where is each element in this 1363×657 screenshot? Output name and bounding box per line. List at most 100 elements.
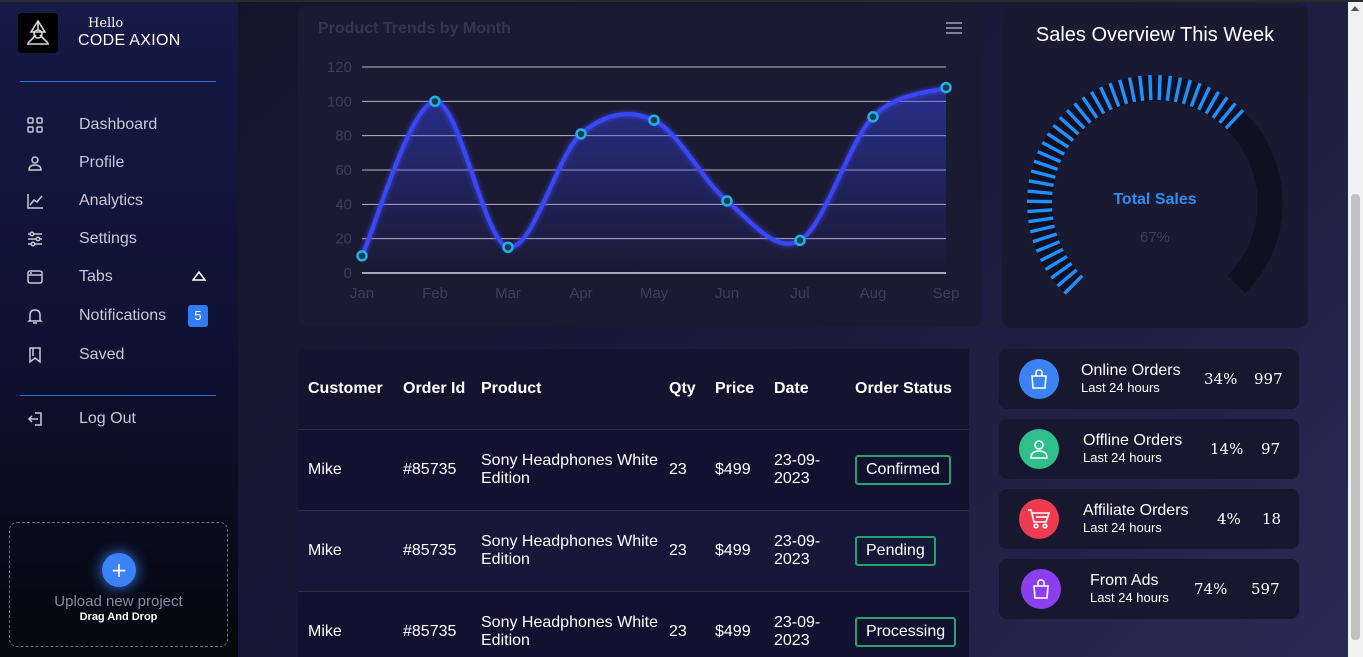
status-cell: Confirmed: [845, 428, 969, 510]
logout-button[interactable]: Log Out: [0, 405, 238, 433]
status-badge[interactable]: Confirmed: [855, 454, 951, 485]
y-tick-label: 80: [335, 128, 352, 145]
table-header-row: Customer Order Id Product Qty Price Date…: [298, 349, 969, 429]
upload-subtitle: Drag And Drop: [79, 611, 158, 623]
date-cell: 23-09-2023: [764, 590, 845, 657]
qty-cell: 23: [659, 509, 705, 591]
stat-percent: 74%: [1194, 580, 1228, 598]
stat-card-affiliate-orders[interactable]: Affiliate Orders Last 24 hours 4% 18: [999, 489, 1299, 549]
biohazard-logo-icon: [27, 19, 49, 45]
stat-name: Affiliate Orders: [1083, 502, 1189, 519]
table-row[interactable]: Mike #85735 Sony Headphones White Editio…: [298, 509, 969, 591]
sidebar-divider-top: [20, 81, 216, 82]
brand-logo[interactable]: [18, 13, 58, 53]
gauge-tick: [1148, 75, 1153, 101]
column-header[interactable]: Order Id: [393, 349, 471, 429]
column-header[interactable]: Price: [705, 349, 764, 429]
y-tick-label: 20: [335, 231, 352, 248]
stat-count: 97: [1261, 440, 1281, 458]
data-point[interactable]: [356, 250, 368, 262]
upload-title: Upload new project: [54, 593, 183, 610]
grid-icon: [27, 117, 43, 133]
logout-label: Log Out: [79, 410, 136, 427]
column-header[interactable]: Qty: [659, 349, 705, 429]
brand-name: CODE AXION: [78, 32, 181, 49]
hamburger-menu-icon[interactable]: [946, 22, 962, 34]
sidebar-item-profile[interactable]: Profile: [0, 149, 238, 177]
data-point[interactable]: [429, 95, 441, 108]
table-row[interactable]: Mike #85735 Sony Headphones White Editio…: [298, 428, 969, 510]
gauge-value: 67%: [1139, 229, 1171, 246]
price-cell: $499: [705, 509, 764, 591]
scroll-up-arrow-icon[interactable]: [1351, 6, 1359, 11]
sidebar-item-label: Saved: [79, 346, 125, 363]
sidebar-item-saved[interactable]: Saved: [0, 341, 238, 369]
user-icon: [1030, 440, 1048, 459]
customer-cell: Mike: [298, 590, 393, 657]
y-tick-label: 40: [335, 196, 352, 213]
data-point[interactable]: [867, 111, 879, 123]
product-cell: Sony Headphones White Edition: [471, 509, 659, 591]
sidebar-item-dashboard[interactable]: Dashboard: [0, 111, 238, 139]
chart-line-icon: [27, 194, 43, 209]
y-tick-label: 0: [344, 265, 352, 282]
x-tick-label: Jul: [790, 285, 809, 302]
stat-percent: 14%: [1210, 440, 1244, 458]
stat-count: 997: [1254, 370, 1283, 388]
stat-card-online-orders[interactable]: Online Orders Last 24 hours 34% 997: [999, 349, 1299, 409]
sidebar-item-notifications[interactable]: Notifications 5: [0, 302, 238, 330]
column-header[interactable]: Product: [471, 349, 659, 429]
bell-icon: [27, 309, 43, 324]
date-cell: 23-09-2023: [764, 509, 845, 591]
chevron-up-icon[interactable]: [192, 270, 206, 282]
data-point[interactable]: [648, 114, 660, 126]
data-point[interactable]: [794, 234, 806, 247]
page-scrollbar[interactable]: [1348, 2, 1363, 657]
stat-subtitle: Last 24 hours: [1090, 590, 1169, 605]
stat-card-offline-orders[interactable]: Offline Orders Last 24 hours 14% 97: [999, 419, 1299, 479]
sidebar-item-analytics[interactable]: Analytics: [0, 187, 238, 215]
product-cell: Sony Headphones White Edition: [471, 428, 659, 510]
user-icon: [28, 156, 42, 171]
stat-subtitle: Last 24 hours: [1083, 520, 1162, 535]
x-tick-label: Jun: [715, 285, 739, 302]
price-cell: $499: [705, 590, 764, 657]
add-project-button[interactable]: +: [102, 553, 136, 587]
stat-icon-circle: [1021, 569, 1061, 609]
sales-overview-card: Sales Overview This Week Total Sales 67%: [1002, 4, 1308, 328]
status-badge[interactable]: Processing: [855, 616, 957, 647]
column-header[interactable]: Order Status: [845, 349, 969, 429]
status-badge[interactable]: Pending: [855, 535, 936, 566]
sidebar-item-label: Notifications: [79, 307, 167, 324]
order-id-cell: #85735: [393, 428, 471, 510]
column-header[interactable]: Date: [764, 349, 845, 429]
data-point[interactable]: [940, 81, 952, 94]
sidebar-item-settings[interactable]: Settings: [0, 225, 238, 253]
stat-icon-circle: [1019, 359, 1059, 399]
table-row[interactable]: Mike #85735 Sony Headphones White Editio…: [298, 590, 969, 657]
sidebar-item-label: Profile: [79, 154, 125, 171]
stat-card-from-ads[interactable]: From Ads Last 24 hours 74% 597: [999, 559, 1299, 619]
status-cell: Pending: [845, 509, 969, 591]
scrollbar-thumb[interactable]: [1351, 194, 1360, 640]
x-tick-label: Mar: [495, 285, 521, 302]
qty-cell: 23: [659, 590, 705, 657]
chart-title: Product Trends by Month: [318, 20, 511, 37]
x-tick-label: Aug: [860, 285, 887, 302]
stat-count: 18: [1262, 510, 1282, 528]
date-cell: 23-09-2023: [764, 428, 845, 510]
product-trends-card: 0 20 40 60 80 100 120 Jan Feb Mar Apr May Jun Jul Aug…: [298, 6, 982, 326]
gauge-label: Total Sales: [1113, 191, 1197, 208]
plus-icon: +: [110, 558, 128, 582]
stat-count: 597: [1251, 580, 1280, 598]
data-point[interactable]: [502, 241, 514, 253]
sidebar-item-tabs[interactable]: Tabs: [0, 263, 238, 291]
customer-cell: Mike: [298, 428, 393, 510]
price-cell: $499: [705, 428, 764, 510]
data-point[interactable]: [721, 195, 733, 207]
upload-dropzone[interactable]: + Upload new project Drag And Drop: [9, 522, 228, 647]
sidebar-item-label: Settings: [79, 230, 137, 247]
column-header[interactable]: Customer: [298, 349, 393, 429]
product-cell: Sony Headphones White Edition: [471, 590, 659, 657]
data-point[interactable]: [575, 128, 587, 140]
